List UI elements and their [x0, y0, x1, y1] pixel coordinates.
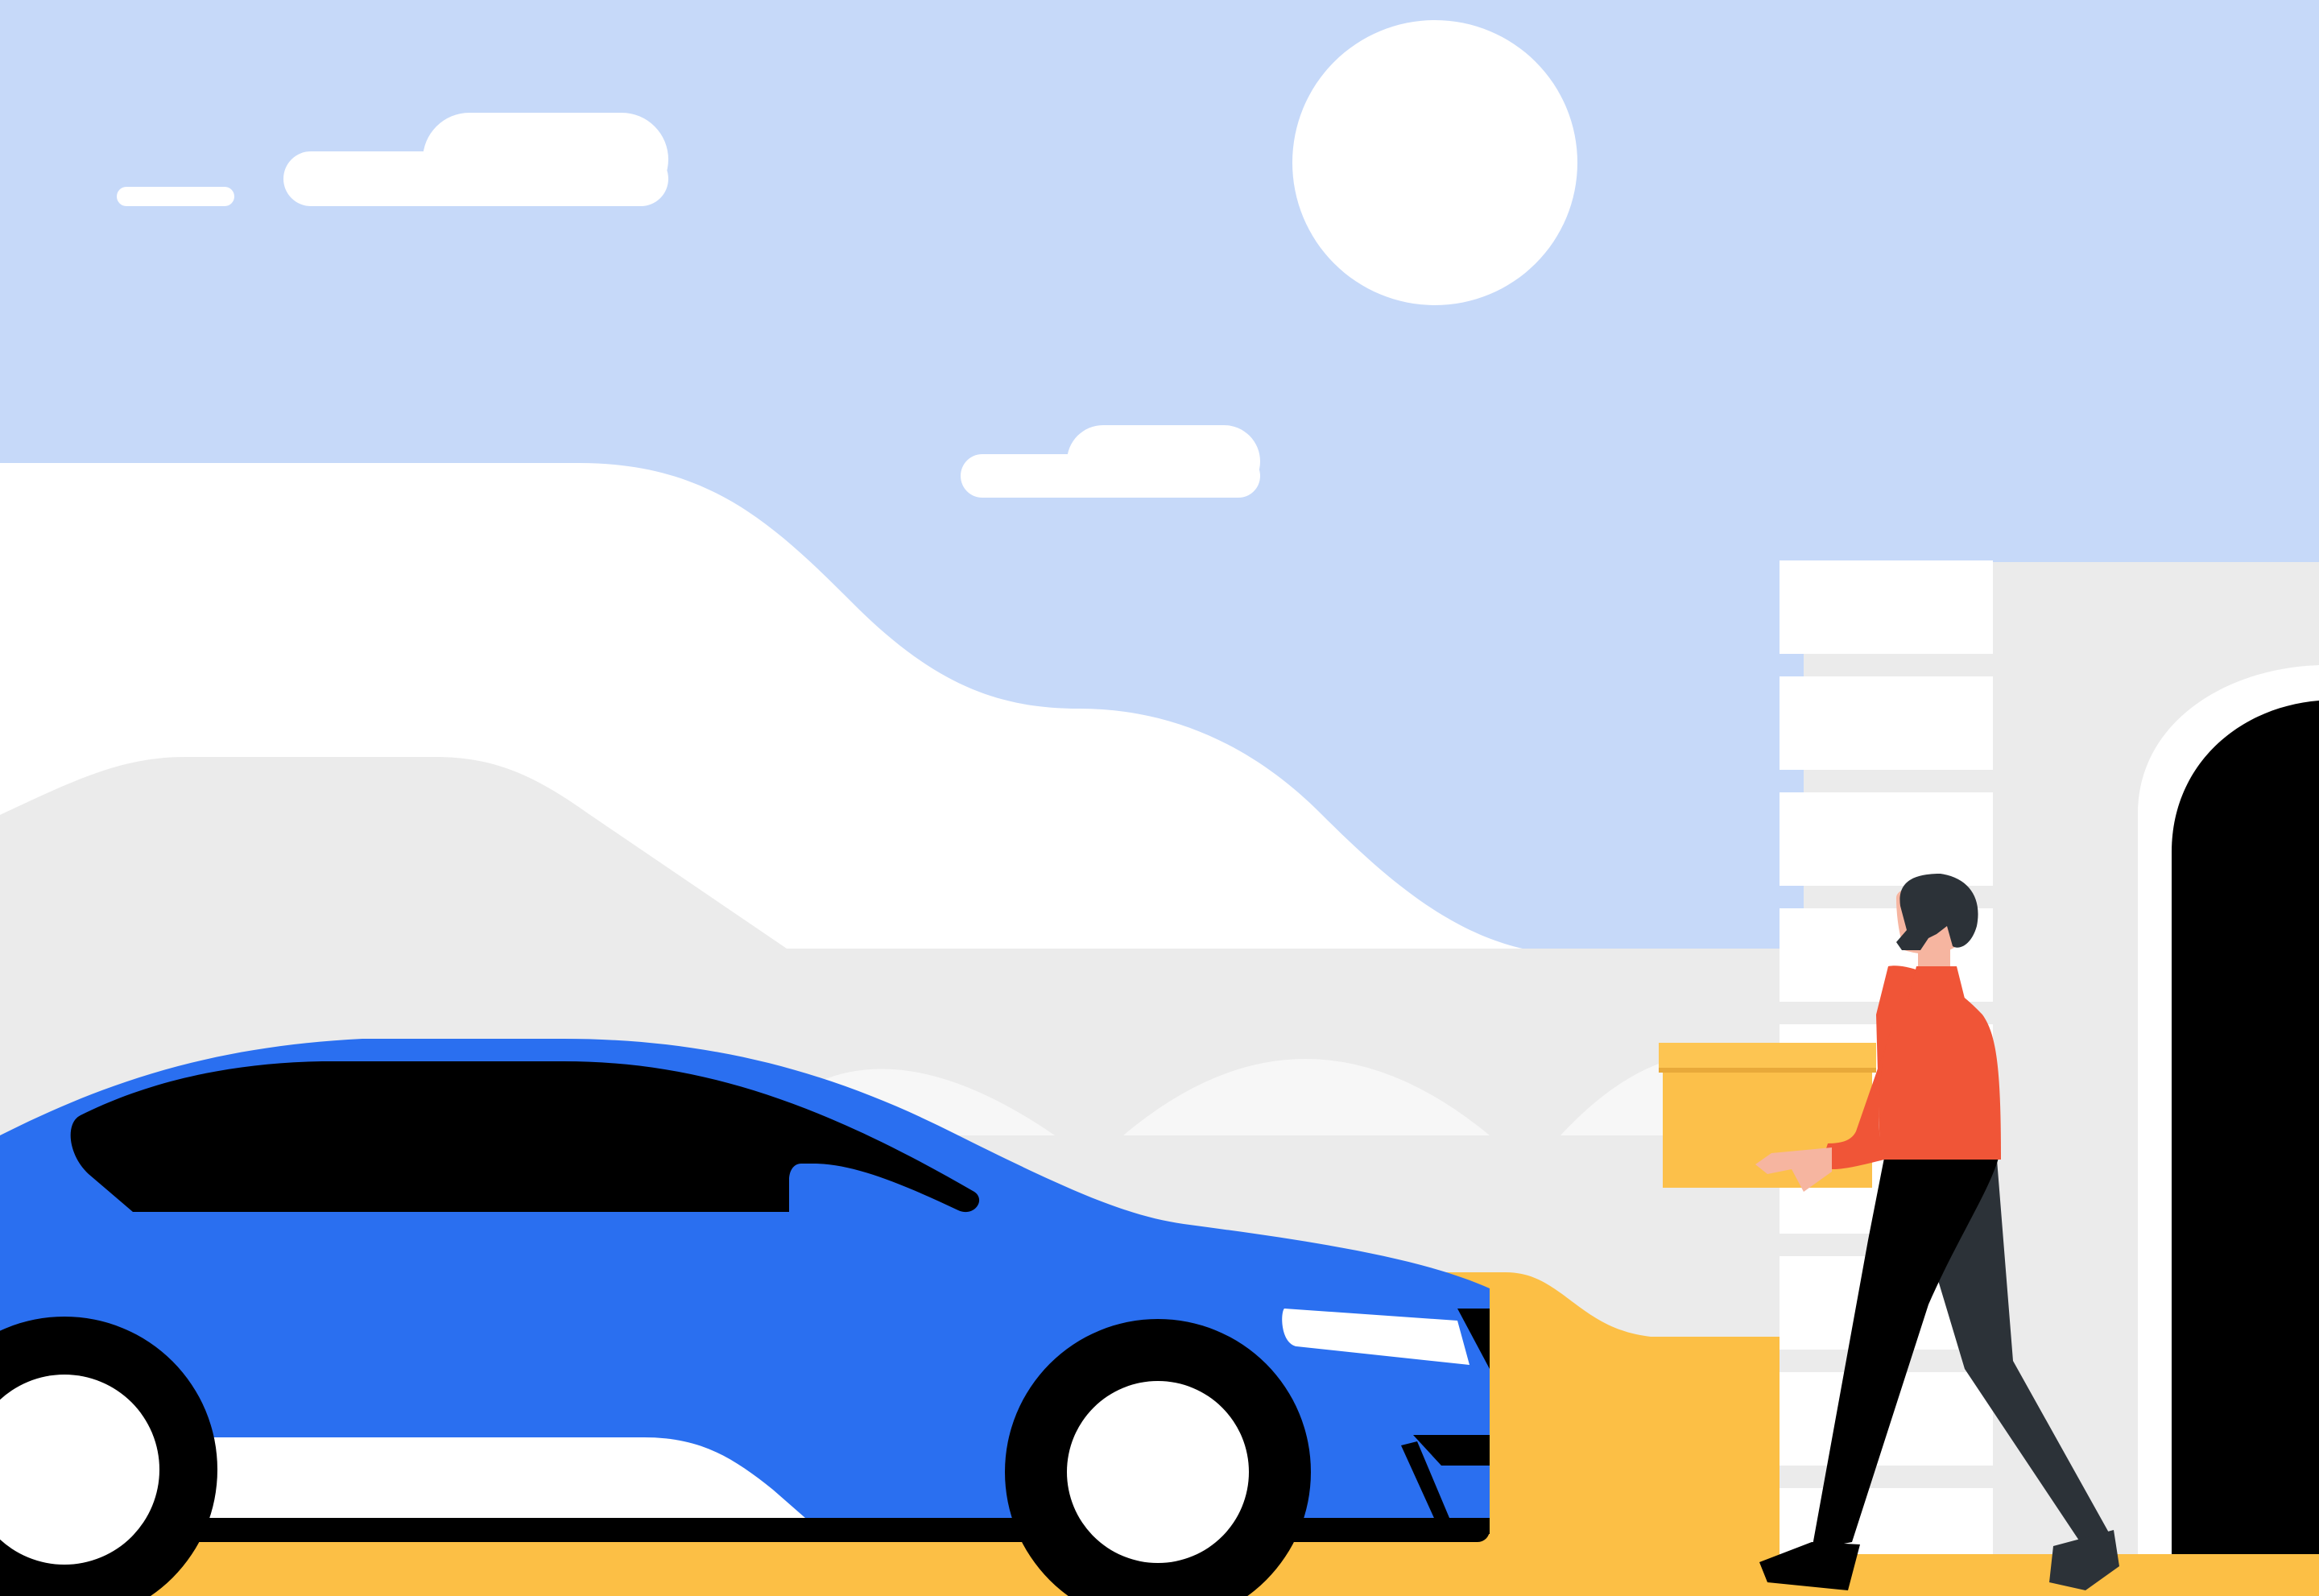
illustration-scene [0, 0, 2319, 1596]
sun-icon [1292, 20, 1577, 305]
cloud-small-left [117, 187, 234, 206]
arched-doorway [2172, 701, 2319, 1596]
